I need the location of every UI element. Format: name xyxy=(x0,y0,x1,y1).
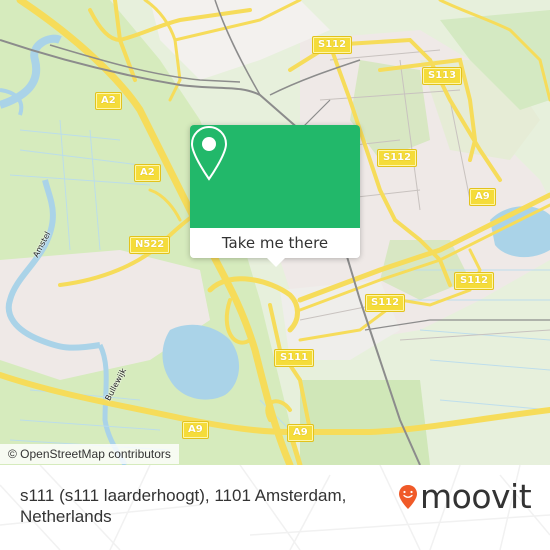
moovit-logo-text: moovit xyxy=(420,477,532,516)
moovit-pin-icon xyxy=(399,484,417,509)
road-shield-s111: S111 xyxy=(275,350,314,366)
road-shield-a2-north: A2 xyxy=(96,93,121,109)
moovit-logo[interactable]: moovit xyxy=(398,477,532,516)
footer: s111 (s111 laarderhoogt), 1101 Amsterdam… xyxy=(0,465,550,550)
road-shield-a9-east: A9 xyxy=(470,189,495,205)
take-me-there-button[interactable]: Take me there xyxy=(190,228,360,258)
location-popup: Take me there xyxy=(190,125,360,267)
road-shield-a9-west: A9 xyxy=(183,422,208,438)
road-shield-a2-south: A2 xyxy=(135,165,160,181)
map-attribution[interactable]: © OpenStreetMap contributors xyxy=(0,444,179,464)
address-text: s111 (s111 laarderhoogt), 1101 Amsterdam… xyxy=(20,485,360,527)
road-shield-s112-mid: S112 xyxy=(378,150,417,166)
address-line-1: s111 (s111 laarderhoogt), 1101 Amsterdam… xyxy=(20,486,347,505)
road-shield-s113: S113 xyxy=(423,68,462,84)
road-shield-s112-center: S112 xyxy=(366,295,405,311)
road-shield-s112-top: S112 xyxy=(313,37,352,53)
address-line-2: Netherlands xyxy=(20,507,112,526)
popup-pointer xyxy=(267,258,285,267)
road-shield-n522: N522 xyxy=(130,237,170,253)
road-shield-s112-east: S112 xyxy=(455,273,494,289)
map-pin-icon xyxy=(190,125,228,181)
map-view[interactable]: A2 A2 N522 S112 S113 S112 A9 S112 S112 S… xyxy=(0,0,550,465)
road-shield-a9-south: A9 xyxy=(288,425,313,441)
popup-header xyxy=(190,125,360,228)
